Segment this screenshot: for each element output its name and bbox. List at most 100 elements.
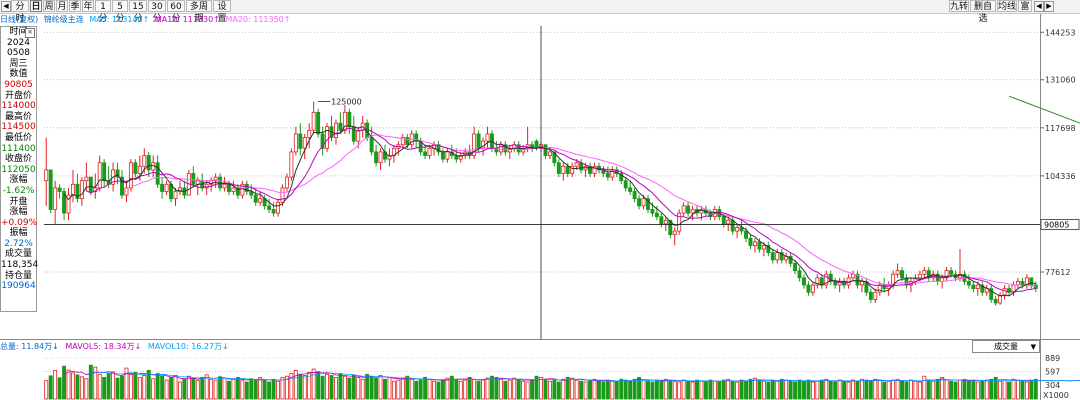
candle-body-47 (253, 194, 258, 203)
volume-bar-12 (97, 373, 102, 400)
volume-bar-60 (311, 368, 316, 400)
candle-body-130 (623, 180, 628, 189)
volume-bar-37 (209, 378, 214, 400)
info-row-4: 数值 (9, 69, 28, 80)
info-row-13: 112050 (1, 164, 36, 175)
volume-bar-89 (440, 379, 445, 400)
candle-body-50 (267, 205, 272, 210)
candle-body-53 (280, 187, 285, 203)
candle-body-142 (677, 212, 682, 232)
candle-body-144 (686, 205, 691, 214)
volume-bar-119 (574, 379, 579, 400)
volume-bar-187 (877, 379, 882, 400)
crosshair-value-label: 90805 (1044, 221, 1069, 230)
volume-bar-82 (409, 378, 414, 400)
volume-bar-182 (855, 380, 860, 400)
volume-bar-21 (137, 376, 142, 400)
volume-legend: 总量: 11.84万↓ MAVOL5: 18.34万↓ MAVOL10: 16.… (0, 341, 229, 353)
candle-body-192 (900, 270, 905, 279)
volume-bar-193 (904, 381, 909, 400)
volume-bar-16 (115, 377, 120, 400)
candle-body-183 (859, 281, 864, 286)
volume-bar-93 (458, 380, 463, 400)
candle-body-23 (146, 155, 151, 171)
volume-bar-2 (53, 370, 58, 400)
volume-bar-188 (882, 381, 887, 400)
candle-body-138 (659, 216, 664, 225)
volume-bar-174 (819, 379, 824, 400)
candle-body-20 (133, 162, 138, 174)
candle-body-197 (922, 270, 927, 275)
volume-bar-90 (445, 377, 450, 400)
volume-bar-0 (44, 380, 49, 400)
volume-bar-200 (935, 378, 940, 400)
volume-bar-155 (735, 381, 740, 400)
candle-body-81 (405, 137, 410, 146)
candle-body-55 (289, 151, 294, 178)
volume-bar-120 (579, 380, 584, 400)
volume-bar-202 (944, 379, 949, 400)
candle-body-61 (316, 111, 321, 135)
candle-body-59 (307, 129, 312, 138)
volume-bar-30 (177, 381, 182, 400)
volume-bar-38 (213, 379, 218, 400)
volume-bar-214 (998, 380, 1003, 400)
candle-body-119 (574, 162, 579, 167)
volume-bar-71 (360, 378, 365, 400)
candle-body-113 (547, 151, 552, 156)
volume-bar-66 (338, 373, 343, 400)
indicator-select[interactable]: 成交量 ▼ (972, 340, 1040, 353)
candle-body-110 (534, 140, 539, 149)
info-row-14: 涨幅 (9, 175, 28, 186)
candle-body-89 (440, 151, 445, 160)
volume-bar-181 (851, 379, 855, 400)
price-volume-chart[interactable]: 12500068250 1442531310601176981043367761… (0, 0, 1080, 400)
volume-bar-139 (663, 378, 668, 400)
candle-body-0 (44, 169, 49, 182)
volume-bar-186 (873, 378, 878, 400)
info-rows: 时间 2024 0508 周三 数值 90805 开盘价 114000 最高价 114500 最低价… (1, 27, 38, 292)
candle-body-214 (998, 295, 1003, 304)
volume-bar-92 (454, 378, 459, 400)
volume-bar-32 (186, 375, 191, 400)
candle-body-171 (806, 284, 811, 293)
candle-body-136 (650, 209, 655, 214)
volume-bar-180 (846, 381, 851, 400)
volume-bar-28 (169, 376, 173, 400)
info-row-9: 114500 (1, 122, 36, 133)
volume-bar-109 (530, 379, 535, 400)
volume-bar-207 (966, 380, 971, 400)
candle-body-2 (53, 187, 58, 210)
volume-bar-51 (271, 378, 276, 400)
volume-bar-177 (833, 381, 838, 400)
volume-bar-171 (806, 379, 811, 400)
volume-bar-209 (975, 381, 980, 400)
volume-bar-20 (133, 371, 138, 400)
candle-body-65 (333, 122, 338, 138)
volume-bar-138 (659, 380, 664, 400)
info-row-5: 90805 (4, 79, 33, 90)
volume-bar-157 (744, 380, 749, 400)
info-row-3: 周三 (9, 58, 28, 69)
volume-bar-86 (427, 378, 432, 400)
info-row-23: 持仓量 (4, 270, 32, 281)
volume-bar-212 (989, 378, 994, 400)
volume-bar-76 (383, 378, 387, 400)
axis-label-1: 131060 (1045, 76, 1076, 85)
volume-bar-13 (102, 376, 107, 400)
candle-body-102 (498, 144, 503, 153)
info-row-6: 开盘价 (4, 90, 32, 101)
volume-bar-137 (654, 379, 659, 400)
candle-body-12 (97, 162, 102, 189)
candle-body-85 (423, 151, 428, 156)
volume-bar-49 (262, 379, 267, 400)
volume-bar-121 (583, 381, 588, 400)
close-icon[interactable]: × (25, 28, 35, 38)
candle-body-219 (1020, 281, 1025, 286)
candle-body-186 (873, 291, 878, 300)
volume-bar-67 (342, 375, 347, 400)
info-row-17: 涨幅 (9, 207, 28, 218)
volume-bar-23 (146, 370, 151, 400)
volume-bar-116 (561, 378, 566, 400)
volume-bar-4 (62, 365, 67, 400)
